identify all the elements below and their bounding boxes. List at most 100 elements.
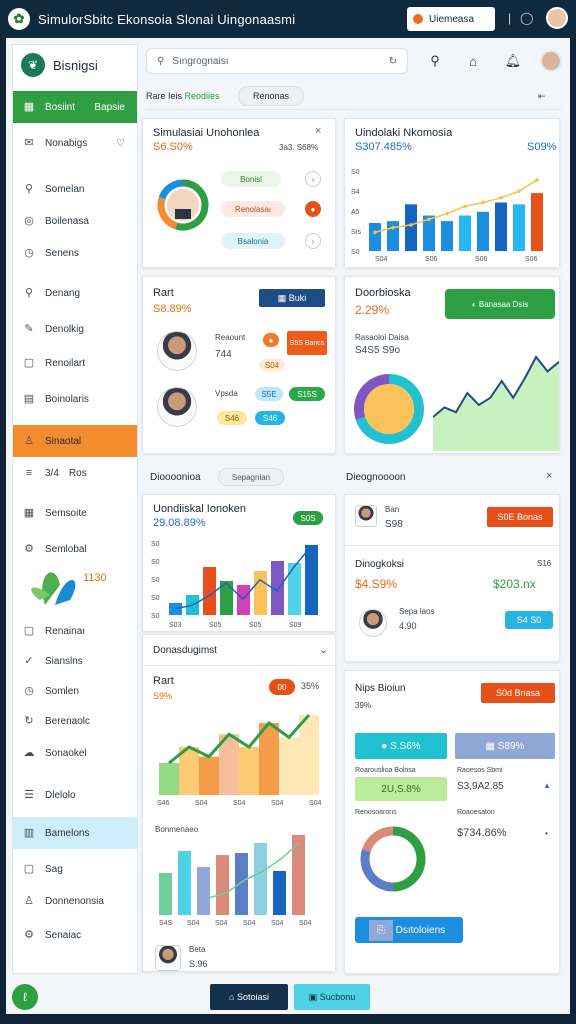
sidebar-item-9[interactable]: ♙ Sinaotal [13, 425, 137, 457]
sidebar-item-label: Sinaotal [45, 435, 82, 447]
sidebar-item-8[interactable]: ▤ Boinolaris [13, 383, 137, 415]
chevron-down-icon[interactable]: ⌄ [319, 643, 328, 656]
sidebar-item-10[interactable]: ≡ 3/4 Ros [13, 457, 137, 489]
help-icon[interactable]: ℓ [12, 984, 38, 1010]
sidebar-item-11[interactable]: ▦ Semsoite [13, 497, 137, 529]
bar [235, 853, 248, 915]
sidebar-item-16[interactable]: ↻ Berenaolc [13, 705, 137, 737]
card-action-button[interactable]: S0E Bonas [487, 507, 553, 527]
close-icon[interactable]: × [546, 470, 552, 482]
bottom-button-2[interactable]: ▣ Sucbonu [294, 984, 370, 1010]
tab-active-label: Reodiies [184, 91, 220, 101]
stat-button-2[interactable]: ▦ S89% [455, 733, 555, 759]
sidebar-item-4[interactable]: ◷ Senens [13, 237, 137, 269]
card-title: Nips Bioiun [355, 683, 406, 694]
title-bar: ✿ SimulorSbitc Ekonsoia Slonai Uingonaas… [0, 0, 576, 38]
sidebar: ❦ Bisnigsi ▦ Bosiint Bapsie ✉ Nonabigs ♡ ⚲ Some… [12, 44, 138, 974]
puzzle-icon[interactable]: ⌂ [462, 50, 484, 72]
sidebar-item-21[interactable]: ♙ Donnenonsia [13, 885, 137, 917]
sidebar-brand[interactable]: ❦ Bisnigsi [13, 45, 137, 85]
section-chip[interactable]: Sepagnian [218, 468, 284, 486]
top-action-button[interactable]: Uiemeasa [407, 7, 495, 31]
sidebar-item-6[interactable]: ✎ Denolkig [13, 313, 137, 345]
refresh-icon[interactable]: ↻ [389, 56, 397, 67]
bar [254, 571, 267, 615]
chevron-icon[interactable]: › [305, 233, 321, 249]
person-avatar [157, 331, 197, 371]
forecast-button[interactable]: ◐ Banasaa Dsis [445, 289, 555, 319]
bar-line-chart: S0 S0 S0 S0 S0 S03 S05 S05 S09 [151, 541, 318, 629]
sidebar-item-14[interactable]: ✓ Sianslns [13, 645, 137, 677]
sidebar-item-20[interactable]: ▢ Sag [13, 853, 137, 885]
sidebar-item-3[interactable]: ◎ Boilenasa [13, 205, 137, 237]
person-name: Beta [189, 945, 206, 954]
chat-icon[interactable]: ◯ [520, 11, 533, 25]
collapse-icon[interactable]: ⇤ [538, 86, 546, 106]
close-icon[interactable]: × [315, 125, 321, 137]
table-icon: ▥ [23, 827, 35, 839]
tick-label: S0 [151, 595, 160, 602]
bottom-button-1[interactable]: ⌂ Sotoiasi [210, 984, 288, 1010]
sidebar-item-0[interactable]: ▦ Bosiint Bapsie [13, 91, 137, 123]
person-badge: S46 [255, 411, 285, 425]
bar [197, 867, 210, 915]
sidebar-item-1[interactable]: ✉ Nonabigs ♡ [13, 127, 137, 159]
search-icon[interactable]: ⚲ [424, 50, 446, 72]
bar [254, 843, 267, 915]
sidebar-item-2[interactable]: ⚲ Somelan [13, 173, 137, 205]
bar [513, 204, 525, 251]
person-badge[interactable]: S15S [289, 387, 325, 401]
person-badge[interactable]: S4 S0 [505, 611, 553, 629]
card-title: Doorbioska [355, 287, 411, 299]
sidebar-item-13[interactable]: ▢ Renainaı [13, 615, 137, 647]
divider [143, 665, 337, 666]
search-icon: ⚲ [24, 287, 34, 299]
sidebar-item-18[interactable]: ☰ Dlelolo [13, 779, 137, 811]
person-value: S98 [385, 519, 403, 530]
pencil-icon: ✎ [24, 323, 34, 335]
trend-point [391, 225, 395, 230]
promo-number: 1130 [83, 572, 107, 584]
footer-button[interactable]: ⎘ Dsıtoloiens [355, 917, 463, 943]
bar [387, 221, 399, 251]
profile-avatar[interactable] [540, 50, 562, 72]
x-tick-label: S04 [309, 800, 322, 805]
sidebar-item-7[interactable]: ▢ Renoilart [13, 347, 137, 379]
chart-icon: ▦ [23, 101, 35, 113]
bar [288, 563, 301, 615]
sidebar-item-5[interactable]: ⚲ Denang [13, 277, 137, 309]
tab-rare[interactable]: Rare Ieis Reodiies [146, 86, 220, 106]
badge-number: 00 [269, 679, 295, 695]
mail-icon: ✉ [24, 137, 34, 149]
chevron-icon[interactable]: › [305, 171, 321, 187]
sidebar-item-17[interactable]: ☁ Sonaokel [13, 737, 137, 769]
person-badge[interactable]: S5S Bancs [287, 331, 327, 355]
sidebar-item-label: Semsoite [45, 507, 87, 519]
row-pill-3[interactable]: Bsalonia [221, 233, 285, 249]
card-action-button[interactable]: ▦ Buki [259, 289, 325, 307]
sidebar-item-label: Denang [45, 287, 81, 299]
row-pill-2[interactable]: Renolasaı [221, 201, 285, 217]
user-icon: ♙ [24, 435, 34, 447]
sidebar-item-22[interactable]: ⚙ Senaiac [13, 919, 137, 951]
card-label: Rart [153, 675, 174, 687]
stat-button-1[interactable]: ● S.S6% [355, 733, 447, 759]
trend-line [374, 179, 538, 234]
card-action-button[interactable]: S0d Bnasa [481, 683, 555, 703]
sidebar-item-19[interactable]: ▥ Bamelons [13, 817, 137, 849]
heart-icon[interactable]: ♡ [116, 138, 125, 149]
search-input[interactable]: ⚲ Sıngrognaisı ↻ [146, 48, 408, 74]
clock-icon: ◷ [24, 247, 34, 259]
row-pill-1[interactable]: Bonisl [221, 171, 281, 187]
x-tick-label: S06 [475, 256, 488, 263]
bar [305, 545, 318, 615]
donut-slice [392, 826, 426, 892]
x-tick-label: S04 [271, 800, 284, 805]
sidebar-item-15[interactable]: ◷ Somlen [13, 675, 137, 707]
tab-second[interactable]: Renonas [238, 86, 305, 106]
bell-icon[interactable]: 🔔︎ [502, 50, 524, 72]
tick-label: S0 [351, 249, 360, 256]
record-icon[interactable]: ● [305, 201, 321, 217]
user-avatar[interactable] [546, 7, 568, 29]
card-value-2: $203.nx [493, 577, 536, 591]
